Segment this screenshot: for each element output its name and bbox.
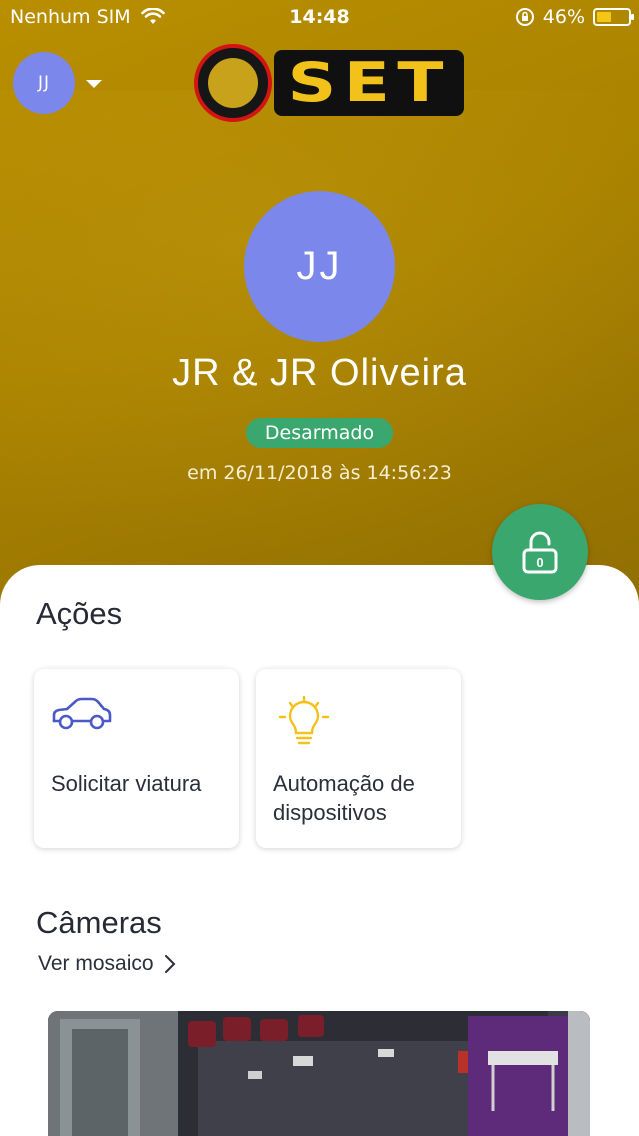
arm-button[interactable]: 0	[492, 504, 588, 600]
logo-text: SET	[287, 51, 451, 114]
request-patrol-card[interactable]: Solicitar viatura	[34, 669, 239, 848]
device-automation-label: Automação de dispositivos	[273, 771, 415, 825]
chevron-down-icon[interactable]	[86, 80, 102, 88]
camera-feed-image	[48, 1011, 590, 1136]
view-mosaic-label: Ver mosaico	[38, 952, 154, 975]
status-timestamp: em 26/11/2018 às 14:56:23	[187, 462, 452, 484]
device-automation-card[interactable]: Automação de dispositivos	[256, 669, 461, 848]
status-bar: Nenhum SIM 14:48 46%	[0, 0, 639, 36]
request-patrol-label: Solicitar viatura	[51, 771, 202, 796]
actions-title: Ações	[36, 596, 123, 631]
car-icon	[52, 697, 112, 730]
camera-thumbnail[interactable]	[48, 1011, 590, 1136]
lion-emblem-icon	[194, 44, 272, 122]
battery-icon	[593, 8, 634, 26]
svg-text:0: 0	[536, 555, 543, 570]
lightbulb-icon	[278, 695, 330, 745]
cameras-title: Câmeras	[36, 905, 162, 940]
view-mosaic-link[interactable]: Ver mosaico	[38, 952, 176, 976]
unlocked-padlock-icon: 0	[522, 531, 558, 574]
chevron-right-icon	[164, 955, 175, 973]
account-name: JR & JR Oliveira	[172, 352, 467, 394]
battery-percent: 46%	[542, 6, 585, 28]
account-avatar: JJ	[244, 191, 395, 342]
orientation-lock-icon	[515, 8, 534, 26]
brand-logo: SET	[194, 44, 464, 122]
status-badge: Desarmado	[246, 418, 393, 448]
account-switcher-avatar[interactable]: JJ	[13, 52, 75, 114]
